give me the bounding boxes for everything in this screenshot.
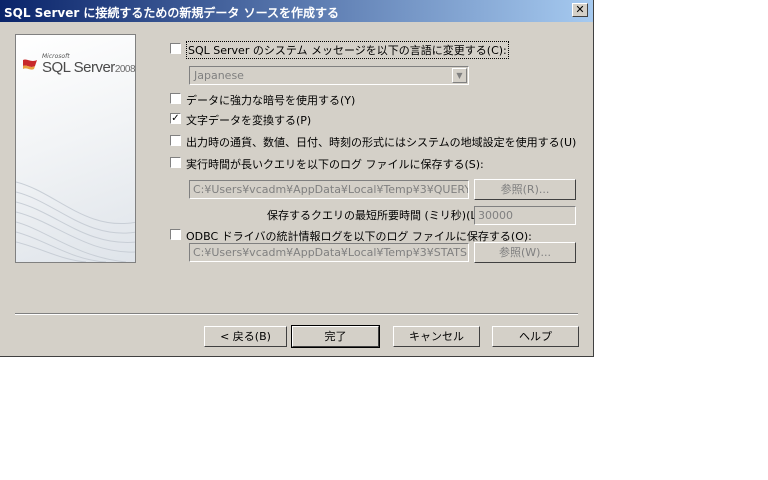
sql-server-flag-icon	[23, 59, 37, 70]
language-select-value: Japanese	[194, 69, 244, 82]
min-time-label: 保存するクエリの最短所要時間 (ミリ秒)(L):	[267, 209, 485, 222]
browse-query-log-button[interactable]: 参照(R)...	[474, 179, 576, 200]
odbc-stats-checkbox[interactable]	[170, 229, 181, 240]
stats-log-path-input[interactable]: C:¥Users¥vcadm¥AppData¥Local¥Temp¥3¥STAT…	[189, 243, 469, 262]
change-language-checkbox[interactable]	[170, 43, 181, 54]
translate-char-label: 文字データを変換する(P)	[186, 114, 312, 127]
log-long-queries-label: 実行時間が長いクエリを以下のログ ファイルに保存する(S):	[186, 158, 484, 171]
new-data-source-dialog: SQL Server に接続するための新規データ ソースを作成する ✕ Micr…	[0, 0, 594, 357]
decorative-swirl	[16, 181, 135, 262]
translate-char-checkbox[interactable]: ✓	[170, 113, 181, 124]
browse-stats-log-button[interactable]: 参照(W)...	[474, 242, 576, 263]
strong-encryption-label: データに強力な暗号を使用する(Y)	[186, 94, 356, 107]
title-bar[interactable]: SQL Server に接続するための新規データ ソースを作成する ✕	[0, 0, 593, 22]
check-icon: ✓	[171, 113, 180, 124]
chevron-down-icon[interactable]: ▼	[452, 68, 467, 83]
button-separator	[15, 313, 578, 315]
close-icon: ✕	[575, 3, 585, 16]
close-button[interactable]: ✕	[572, 3, 588, 17]
cancel-button[interactable]: キャンセル	[393, 326, 480, 347]
log-long-queries-checkbox[interactable]	[170, 157, 181, 168]
regional-settings-checkbox[interactable]	[170, 135, 181, 146]
sql-server-banner: Microsoft SQL Server2008	[15, 34, 136, 263]
language-select[interactable]: Japanese ▼	[189, 66, 469, 85]
change-language-label: SQL Server のシステム メッセージを以下の言語に変更する(C):	[186, 41, 509, 59]
dialog-title: SQL Server に接続するための新規データ ソースを作成する	[4, 6, 340, 20]
strong-encryption-checkbox[interactable]	[170, 93, 181, 104]
logo-product: SQL Server2008	[42, 59, 136, 76]
query-log-path-input[interactable]: C:¥Users¥vcadm¥AppData¥Local¥Temp¥3¥QUER…	[189, 180, 469, 199]
logo-year: 2008	[114, 64, 136, 75]
regional-settings-label: 出力時の通貨、数値、日付、時刻の形式にはシステムの地域設定を使用する(U)	[186, 136, 577, 149]
help-button[interactable]: ヘルプ	[492, 326, 579, 347]
finish-button[interactable]: 完了	[291, 325, 380, 348]
back-button[interactable]: < 戻る(B)	[204, 326, 287, 347]
min-time-input[interactable]: 30000	[474, 206, 576, 225]
